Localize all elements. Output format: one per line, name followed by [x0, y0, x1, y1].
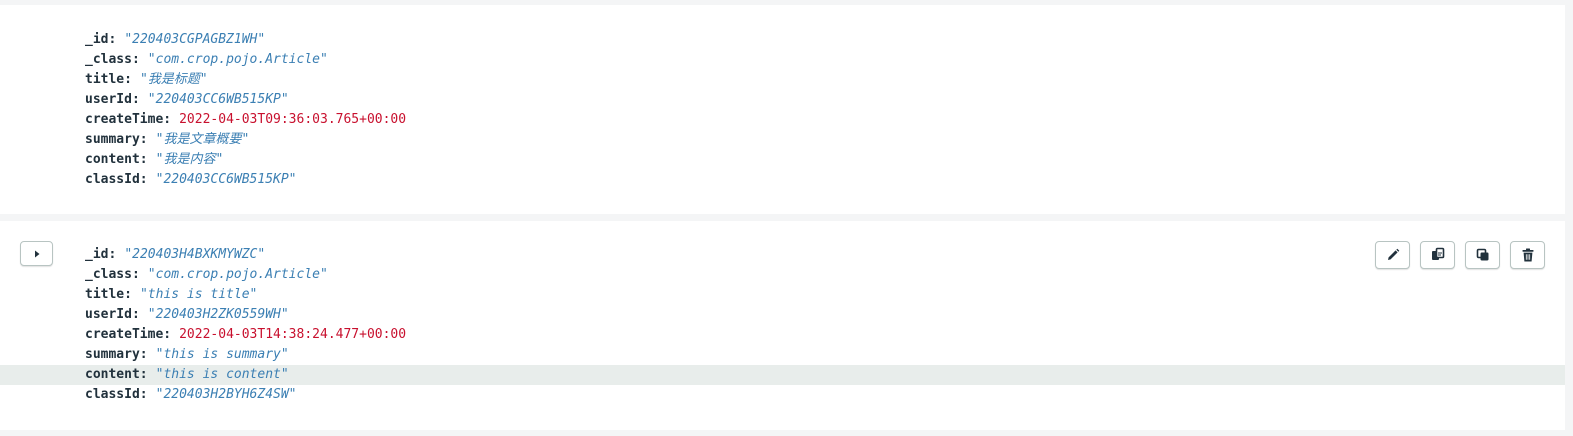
- field-value: "com.crop.pojo.Article": [147, 267, 328, 282]
- field-value: "this is content": [155, 367, 289, 382]
- document-fields: _id: "220403H4BXKMYWZC" _class: "com.crop.…: [0, 245, 1565, 405]
- field-key: _id: [85, 32, 109, 47]
- field-row-content[interactable]: content: "this is content": [0, 365, 1565, 385]
- field-row-userid[interactable]: userId: "220403H2ZK0559WH": [0, 305, 1565, 325]
- field-value: "220403H2ZK0559WH": [147, 307, 289, 322]
- field-key: classId: [85, 387, 140, 402]
- field-row-summary[interactable]: summary: "this is summary": [0, 345, 1565, 365]
- field-row-id[interactable]: _id: "220403CGPAGBZ1WH": [0, 30, 1565, 50]
- field-value: "我是标题": [139, 72, 208, 87]
- field-row-classid[interactable]: classId: "220403CC6WB515KP": [0, 170, 1565, 190]
- field-key: summary: [85, 347, 140, 362]
- field-row-title[interactable]: title: "我是标题": [0, 70, 1565, 90]
- field-key: _class: [85, 267, 132, 282]
- document-card[interactable]: _id: "220403H4BXKMYWZC" _class: "com.crop.…: [0, 221, 1565, 430]
- field-row-class[interactable]: _class: "com.crop.pojo.Article": [0, 50, 1565, 70]
- field-key: classId: [85, 172, 140, 187]
- field-key: createTime: [85, 112, 164, 127]
- field-row-createtime[interactable]: createTime: 2022-04-03T09:36:03.765+00:00: [0, 110, 1565, 130]
- field-value: "this is summary": [155, 347, 289, 362]
- field-key: content: [85, 152, 140, 167]
- field-value: "220403CGPAGBZ1WH": [124, 32, 266, 47]
- field-value: "com.crop.pojo.Article": [147, 52, 328, 67]
- field-key: userId: [85, 307, 132, 322]
- field-value: "我是文章概要": [155, 132, 250, 147]
- field-value: "220403CC6WB515KP": [147, 92, 289, 107]
- field-row-id[interactable]: _id: "220403H4BXKMYWZC": [0, 245, 1565, 265]
- document-card[interactable]: _id: "220403CGPAGBZ1WH" _class: "com.crop.…: [0, 5, 1565, 214]
- field-key: title: [85, 72, 125, 87]
- field-row-summary[interactable]: summary: "我是文章概要": [0, 130, 1565, 150]
- field-row-classid[interactable]: classId: "220403H2BYH6Z4SW": [0, 385, 1565, 405]
- field-key: content: [85, 367, 140, 382]
- field-value: 2022-04-03T09:36:03.765+00:00: [179, 112, 407, 127]
- field-key: _class: [85, 52, 132, 67]
- field-row-userid[interactable]: userId: "220403CC6WB515KP": [0, 90, 1565, 110]
- field-key: createTime: [85, 327, 164, 342]
- field-key: summary: [85, 132, 140, 147]
- field-value: "220403H4BXKMYWZC": [124, 247, 266, 262]
- field-value: "我是内容": [155, 152, 224, 167]
- field-value: "this is title": [139, 287, 258, 302]
- field-key: title: [85, 287, 125, 302]
- field-key: userId: [85, 92, 132, 107]
- field-value: "220403H2BYH6Z4SW": [155, 387, 297, 402]
- field-row-class[interactable]: _class: "com.crop.pojo.Article": [0, 265, 1565, 285]
- field-row-content[interactable]: content: "我是内容": [0, 150, 1565, 170]
- field-row-createtime[interactable]: createTime: 2022-04-03T14:38:24.477+00:00: [0, 325, 1565, 345]
- field-value: "220403CC6WB515KP": [155, 172, 297, 187]
- document-fields: _id: "220403CGPAGBZ1WH" _class: "com.crop.…: [0, 30, 1565, 190]
- field-key: _id: [85, 247, 109, 262]
- field-row-title[interactable]: title: "this is title": [0, 285, 1565, 305]
- field-value: 2022-04-03T14:38:24.477+00:00: [179, 327, 407, 342]
